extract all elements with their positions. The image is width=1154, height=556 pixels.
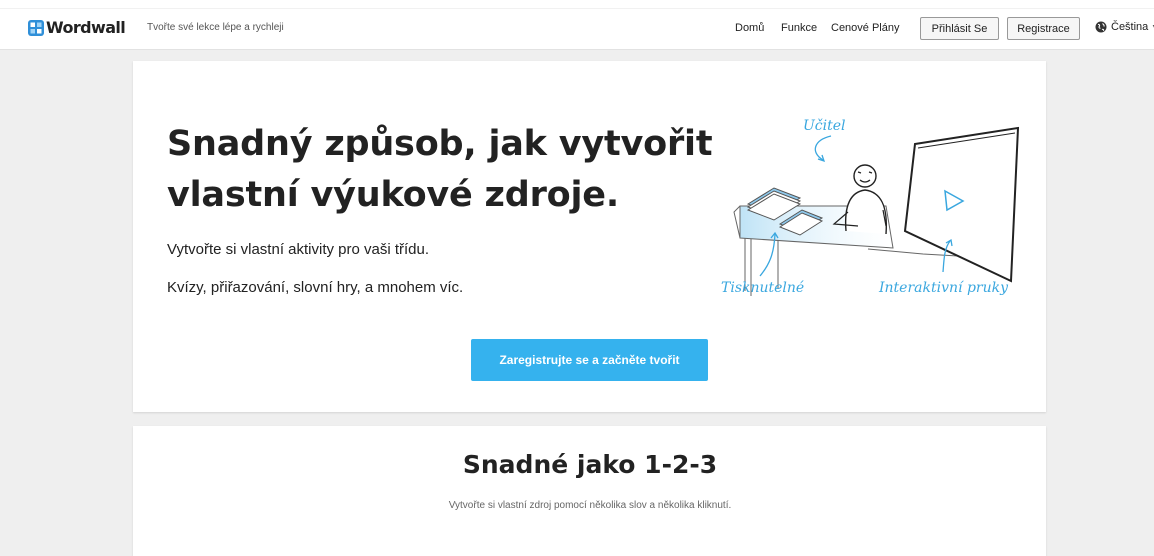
hero-card: Snadný způsob, jak vytvořit vlastní výuk… xyxy=(133,61,1046,412)
logo-text: Wordwall xyxy=(46,18,126,37)
wordwall-logo[interactable]: Wordwall xyxy=(28,18,126,37)
hero-title-line-1: Snadný způsob, jak vytvořit xyxy=(167,124,713,164)
login-button[interactable]: Přihlásit Se xyxy=(920,17,999,40)
wordwall-logo-icon xyxy=(28,20,44,36)
hero-description-2: Kvízy, přiřazování, slovní hry, a mnohem… xyxy=(167,279,464,296)
section-subtitle: Vytvořte si vlastní zdroj pomocí několik… xyxy=(448,500,732,511)
nav-link-pricing[interactable]: Cenové Plány xyxy=(831,22,900,34)
register-button[interactable]: Registrace xyxy=(1007,17,1080,40)
teacher-label: Učitel xyxy=(803,118,846,134)
hero-title-line-2: vlastní výukové zdroje. xyxy=(167,175,619,215)
printable-label: Tisknutelné xyxy=(721,280,805,296)
nav-link-home[interactable]: Domů xyxy=(735,22,764,34)
easy-steps-section: Snadné jako 1-2-3 Vytvořte si vlastní zd… xyxy=(133,426,1046,556)
interactive-label: Interaktivní pruky xyxy=(879,280,1009,296)
section-title: Snadné jako 1-2-3 xyxy=(462,450,718,479)
language-label: Čeština xyxy=(1111,21,1149,33)
nav-link-features[interactable]: Funkce xyxy=(781,22,817,34)
top-navigation-bar: Wordwall Tvořte své lekce lépe a rychlej… xyxy=(0,0,1154,50)
signup-cta-button[interactable]: Zaregistrujte se a začněte tvořit xyxy=(471,339,708,381)
language-selector[interactable]: Čeština ▼ xyxy=(1095,21,1154,33)
topbar-divider xyxy=(0,8,1154,9)
header-tagline: Tvořte své lekce lépe a rychleji xyxy=(147,22,284,33)
hero-description-1: Vytvořte si vlastní aktivity pro vaši tř… xyxy=(167,241,430,258)
globe-icon xyxy=(1095,21,1107,33)
hero-title: Snadný způsob, jak vytvořit vlastní výuk… xyxy=(167,119,727,221)
